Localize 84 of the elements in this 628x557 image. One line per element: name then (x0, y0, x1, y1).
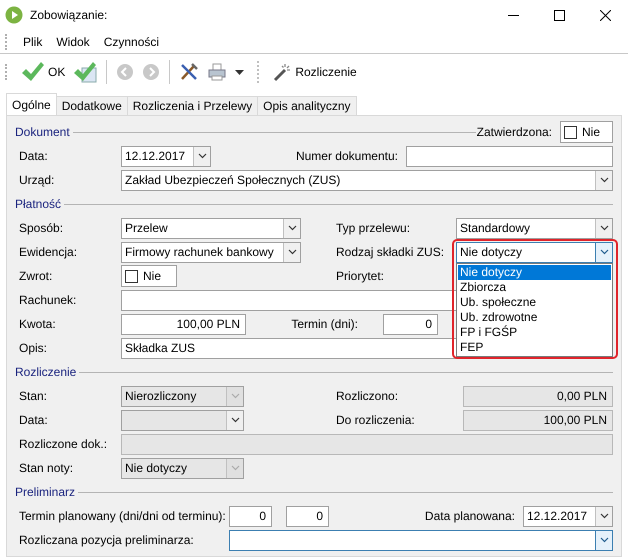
tab[interactable]: Opis analityczny (257, 96, 356, 115)
field-label: Data: (19, 413, 49, 427)
tab[interactable]: Dodatkowe (56, 96, 128, 115)
dropdown-option[interactable]: Ub. społeczne (458, 294, 611, 310)
chevron-down-icon (198, 153, 206, 159)
field-label: Ewidencja: (19, 245, 78, 259)
checkbox[interactable]: Nie (560, 121, 613, 143)
date-picker[interactable] (121, 410, 244, 430)
date-picker[interactable]: 12.12.2017 (121, 146, 211, 166)
field-label: Data planowana: (424, 509, 516, 523)
section-title: Preliminarz (15, 485, 76, 499)
field-label: Priorytet: (336, 269, 386, 283)
field-label: Rodzaj składki ZUS: (336, 245, 446, 259)
window-title: Zobowiązanie: (30, 8, 108, 22)
dropdown-field[interactable]: Firmowy rachunek bankowy (121, 242, 301, 262)
checkmark-icon (21, 61, 45, 83)
section-title: Płatność (15, 197, 62, 211)
date-picker[interactable]: 12.12.2017 (523, 506, 613, 526)
dropdown-option[interactable]: FP i FGŚP (458, 324, 611, 340)
field-label: Stan: (19, 389, 48, 403)
menu-item[interactable]: Widok (49, 34, 97, 48)
tab[interactable]: Ogólne (6, 93, 57, 115)
input-field[interactable]: 100,00 PLN (121, 314, 246, 334)
forward-icon (142, 63, 160, 81)
chevron-down-icon (600, 177, 608, 183)
field-label: Rachunek: (19, 293, 78, 307)
field-label: Sposób: (19, 221, 64, 235)
toolbar-button[interactable]: OK (18, 59, 68, 85)
chevron-down-icon (230, 417, 240, 423)
dropdown-field[interactable]: Przelew (121, 218, 301, 238)
field-label: Opis: (19, 341, 48, 355)
dropdown-option[interactable]: Zbiorcza (458, 280, 611, 294)
dropdown-option[interactable]: FEP (458, 340, 611, 354)
minimize-icon (508, 14, 518, 16)
field-label: Termin (dni): (290, 317, 359, 331)
field-label: Typ przelewu: (336, 221, 412, 235)
field-label: Rozliczone dok.: (19, 437, 108, 451)
tab[interactable]: Rozliczenia i Przelewy (126, 96, 258, 115)
dropdown-field[interactable]: Zakład Ubezpieczeń Społecznych (ZUS) (121, 170, 613, 190)
chevron-down-icon (230, 465, 240, 471)
tools-icon (179, 62, 200, 82)
chevron-down-icon (600, 225, 608, 231)
input-field[interactable]: 0 (383, 314, 438, 334)
input-field[interactable] (406, 146, 613, 166)
field-label: Rozliczana pozycja preliminarza: (19, 533, 195, 547)
menu-item[interactable]: Plik (16, 34, 50, 48)
checkmark-document-icon (73, 61, 98, 83)
field-label: Termin planowany (dni/dni od terminu): (19, 509, 227, 523)
input-field[interactable]: 0 (229, 506, 272, 526)
field-label: Do rozliczenia: (336, 413, 416, 427)
dropdown-field[interactable]: Standardowy (456, 218, 613, 238)
dropdown-option[interactable]: Ub. zdrowotne (458, 310, 611, 324)
chevron-down-icon (230, 393, 240, 399)
section-title: Dokument (15, 125, 70, 139)
field-label: Rozliczono: (336, 389, 400, 403)
field-label: Numer dokumentu: (294, 149, 399, 163)
dropdown-field[interactable]: Nie dotyczy (456, 242, 613, 262)
checkbox[interactable]: Nie (121, 265, 177, 287)
chevron-down-icon (600, 537, 608, 543)
chevron-down-icon (288, 225, 296, 231)
maximize-icon (554, 10, 564, 20)
app-logo-icon (5, 6, 23, 24)
chevron-down-icon (600, 513, 608, 519)
caret-icon (235, 70, 244, 74)
field-label: Urząd: (19, 173, 56, 187)
section-title: Rozliczenie (15, 365, 76, 379)
toolbar-button[interactable]: Rozliczenie (269, 59, 360, 85)
field-label: Zatwierdzona: (476, 125, 553, 139)
field-label: Zwrot: (19, 269, 54, 283)
chevron-down-icon (600, 249, 608, 255)
close-icon (600, 10, 610, 20)
menu-item[interactable]: Czynności (96, 34, 166, 48)
printer-icon (207, 62, 228, 82)
field-label: Data: (19, 149, 49, 163)
input-field[interactable]: 0 (286, 506, 329, 526)
field-label: Kwota: (19, 317, 57, 331)
field-label: Stan noty: (19, 461, 74, 475)
magic-wand-icon (272, 62, 292, 82)
readonly-field: 100,00 PLN (463, 410, 613, 430)
dropdown-field[interactable] (229, 530, 613, 550)
dropdown-option[interactable]: Nie dotyczy (458, 264, 611, 280)
readonly-field: 0,00 PLN (463, 386, 613, 406)
back-icon (116, 63, 134, 81)
chevron-down-icon (288, 249, 296, 255)
